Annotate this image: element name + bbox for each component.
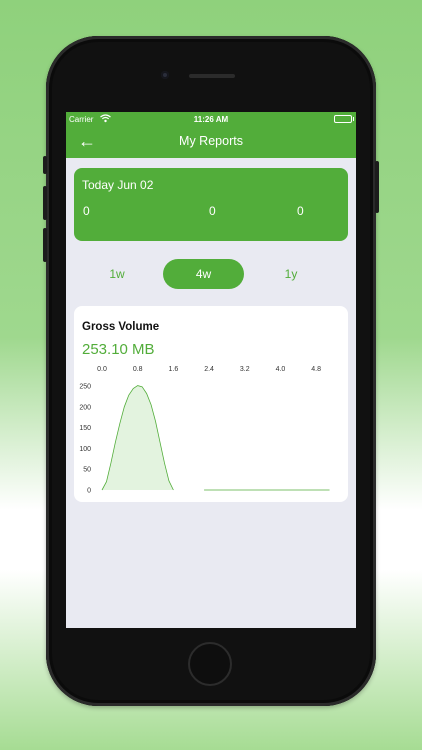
period-tab-1y[interactable]: 1y [275, 259, 307, 289]
y-tick-label: 0 [87, 488, 91, 495]
power-button [375, 161, 379, 213]
status-bar: Carrier 11:26 AM [66, 112, 356, 126]
x-tick-label: 2.4 [204, 366, 214, 373]
y-tick-label: 250 [79, 384, 91, 391]
period-tab-1w[interactable]: 1w [101, 259, 133, 289]
gross-volume-chart: 0.0 0.8 1.6 2.4 3.2 4.0 4.8 0 50 100 150 200 250 [79, 366, 330, 495]
x-tick-label: 4.0 [276, 366, 286, 373]
x-tick-label: 0.0 [97, 366, 107, 373]
x-tick-label: 4.8 [311, 366, 321, 373]
y-tick-label: 200 [79, 404, 91, 411]
series-area [102, 385, 174, 490]
x-tick-label: 1.6 [169, 366, 179, 373]
gross-volume-card: Gross Volume 253.10 MB 0.0 0.8 1.6 2.4 3.2 4.… [74, 306, 348, 502]
phone-frame: Carrier 11:26 AM ← My Reports Today Jun … [43, 36, 379, 706]
header: Carrier 11:26 AM ← My Reports [66, 112, 356, 158]
today-value-1: 0 [83, 204, 90, 218]
battery-icon [334, 115, 354, 123]
today-value-2: 0 [209, 204, 216, 218]
y-tick-label: 150 [79, 425, 91, 432]
mute-switch [43, 156, 47, 174]
volume-down-button [43, 228, 47, 262]
y-tick-label: 100 [79, 446, 91, 453]
today-date-title: Today Jun 02 [82, 178, 154, 192]
x-tick-label: 3.2 [240, 366, 250, 373]
period-tab-4w[interactable]: 4w [163, 259, 244, 289]
x-tick-label: 0.8 [133, 366, 143, 373]
nav-bar: ← My Reports [66, 126, 356, 158]
app-screen: Carrier 11:26 AM ← My Reports Today Jun … [66, 112, 356, 628]
volume-up-button [43, 186, 47, 220]
front-camera [161, 71, 169, 79]
today-summary-card: Today Jun 02 0 0 0 [74, 168, 348, 241]
page-title: My Reports [179, 134, 243, 148]
home-button[interactable] [188, 642, 232, 686]
today-value-3: 0 [297, 204, 304, 218]
status-time: 11:26 AM [193, 115, 229, 124]
y-tick-label: 50 [83, 467, 91, 474]
earpiece-speaker [189, 74, 235, 78]
